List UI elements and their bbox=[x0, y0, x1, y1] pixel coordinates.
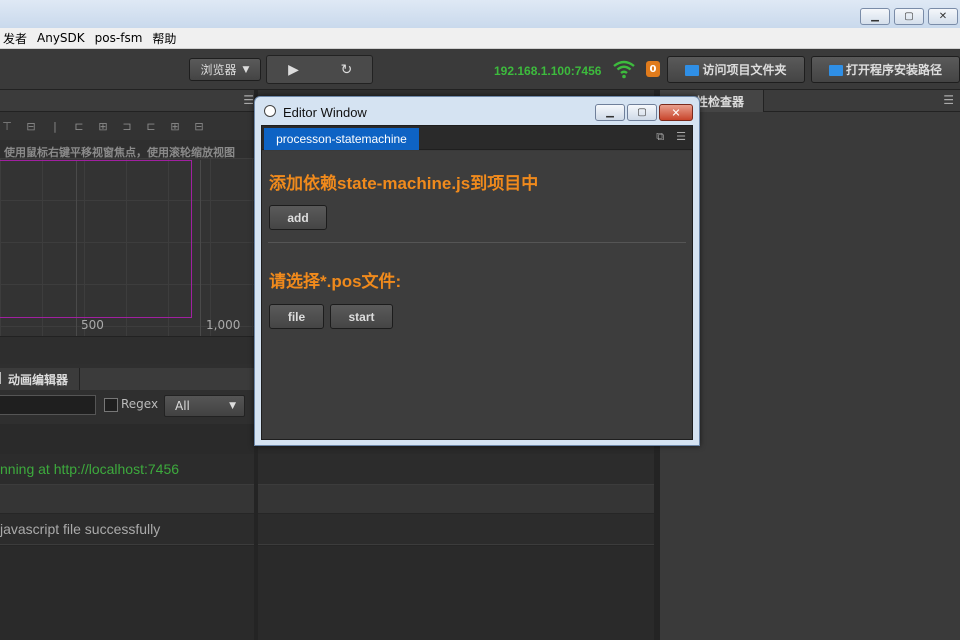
editor-window: Editor Window ▁ ▢ ✕ processon-statemachi… bbox=[254, 96, 700, 446]
start-button-label: start bbox=[348, 309, 375, 324]
scene-footer bbox=[0, 336, 254, 364]
os-titlebar: ▁ ▢ ✕ bbox=[0, 0, 960, 28]
panel-menu-icon[interactable]: ☰ bbox=[943, 93, 954, 107]
restore-icon: ▢ bbox=[904, 10, 914, 22]
open-project-folder-label: 访问项目文件夹 bbox=[702, 63, 787, 77]
editor-close-button[interactable]: ✕ bbox=[659, 104, 693, 121]
os-minimize-button[interactable]: ▁ bbox=[860, 8, 890, 25]
minimize-icon: ▁ bbox=[606, 106, 614, 118]
distribute-right-icon[interactable]: ⊟ bbox=[192, 120, 206, 133]
popout-icon[interactable]: ⧉ bbox=[656, 130, 664, 144]
panel-menu-icon[interactable]: ☰ bbox=[243, 93, 254, 107]
menubar: 发者 AnySDK pos-fsm 帮助 bbox=[0, 28, 960, 49]
distribute-center-icon[interactable]: ⊞ bbox=[168, 120, 182, 133]
folder-icon bbox=[685, 65, 700, 76]
file-button[interactable]: file bbox=[269, 304, 324, 329]
os-window-controls: ▁ ▢ ✕ bbox=[860, 8, 958, 25]
menu-item-help[interactable]: 帮助 bbox=[145, 30, 183, 47]
browser-select[interactable]: 浏览器 ▼ bbox=[189, 58, 261, 81]
distribute-left-icon[interactable]: ⊏ bbox=[144, 120, 158, 133]
preview-ip-address: 192.168.1.100:7456 bbox=[494, 64, 602, 78]
align-right-icon[interactable]: ⊐ bbox=[120, 120, 134, 133]
editor-window-titlebar[interactable]: Editor Window ▁ ▢ ✕ bbox=[255, 97, 699, 125]
section-divider bbox=[268, 242, 686, 243]
add-button[interactable]: add bbox=[269, 205, 327, 230]
scene-panel-header: ☰ bbox=[0, 90, 258, 112]
folder-icon bbox=[828, 65, 843, 76]
align-top-icon[interactable]: ⊤ bbox=[0, 120, 14, 133]
tab-inspector-label: 性检查器 bbox=[696, 94, 745, 109]
log-row[interactable]: javascript file successfully bbox=[0, 514, 654, 544]
align-vcenter-icon[interactable]: ⊟ bbox=[24, 120, 38, 133]
open-project-folder-button[interactable]: 访问项目文件夹 bbox=[667, 56, 805, 83]
menu-item-developer[interactable]: 发者 bbox=[0, 30, 34, 47]
regex-label: Regex bbox=[121, 397, 159, 411]
regex-checkbox[interactable] bbox=[104, 398, 118, 412]
editor-minimize-button[interactable]: ▁ bbox=[595, 104, 625, 121]
add-button-label: add bbox=[287, 210, 309, 225]
console-log-list: nning at http://localhost:7456 javascrip… bbox=[0, 424, 656, 640]
minimize-icon: ▁ bbox=[871, 10, 879, 22]
log-level-select[interactable]: All ▼ bbox=[164, 395, 245, 417]
align-hcenter-icon[interactable]: ⊞ bbox=[96, 120, 110, 133]
inspector-body bbox=[660, 112, 960, 640]
preview-controls: ▶ ↻ bbox=[266, 55, 373, 84]
console-tabbar: 动画编辑器 bbox=[0, 368, 254, 390]
scene-grid-line bbox=[200, 160, 201, 336]
log-level-value: All bbox=[175, 399, 190, 413]
editor-window-title: Editor Window bbox=[283, 105, 367, 120]
os-restore-button[interactable]: ▢ bbox=[894, 8, 924, 25]
restore-icon: ▢ bbox=[637, 106, 647, 118]
editor-window-tabbar: processon-statemachine ⧉ ☰ bbox=[262, 126, 692, 150]
scene-design-frame bbox=[0, 160, 192, 318]
panel-menu-icon[interactable]: ☰ bbox=[676, 130, 686, 144]
editor-window-body: processon-statemachine ⧉ ☰ 添加依赖state-mac… bbox=[261, 125, 693, 440]
log-row[interactable] bbox=[0, 484, 654, 514]
chevron-down-icon: ▼ bbox=[229, 401, 236, 411]
tab-divider bbox=[0, 372, 3, 384]
main-toolbar: 浏览器 ▼ ▶ ↻ 192.168.1.100:7456 0 访问项目文件夹 打… bbox=[0, 49, 960, 90]
play-button[interactable]: ▶ bbox=[267, 56, 320, 83]
start-button[interactable]: start bbox=[330, 304, 393, 329]
inspector-header: 性检查器 ☰ bbox=[660, 90, 960, 112]
log-row-divider bbox=[0, 544, 654, 546]
scene-tick-label: 1,000 bbox=[206, 318, 241, 332]
notification-badge[interactable]: 0 bbox=[646, 61, 660, 77]
file-button-label: file bbox=[287, 309, 306, 324]
os-close-button[interactable]: ✕ bbox=[928, 8, 958, 25]
browser-select-label: 浏览器 bbox=[200, 63, 237, 77]
align-bottom-icon[interactable]: | bbox=[48, 120, 62, 133]
open-install-path-label: 打开程序安装路径 bbox=[845, 63, 942, 77]
editor-restore-button[interactable]: ▢ bbox=[627, 104, 657, 121]
refresh-icon: ↻ bbox=[340, 61, 353, 78]
tab-processon-statemachine-label: processon-statemachine bbox=[276, 132, 407, 146]
close-icon: ✕ bbox=[671, 106, 681, 119]
cocos-logo-icon bbox=[264, 105, 276, 117]
tab-animation-editor[interactable]: 动画编辑器 bbox=[0, 368, 80, 390]
select-file-heading: 请选择*.pos文件: bbox=[269, 272, 402, 291]
menu-item-pos-fsm[interactable]: pos-fsm bbox=[88, 31, 150, 45]
console-filter-bar: Regex All ▼ bbox=[0, 394, 254, 420]
log-text: javascript file successfully bbox=[0, 521, 161, 537]
menu-item-anysdk[interactable]: AnySDK bbox=[30, 31, 92, 45]
refresh-button[interactable]: ↻ bbox=[320, 56, 373, 83]
log-row[interactable]: nning at http://localhost:7456 bbox=[0, 454, 654, 484]
console-filter-input[interactable] bbox=[0, 395, 96, 415]
dependency-heading: 添加依赖state-machine.js到项目中 bbox=[269, 174, 539, 193]
log-text: nning at http://localhost:7456 bbox=[0, 461, 180, 477]
tab-actions: ⧉ ☰ bbox=[656, 130, 686, 144]
close-icon: ✕ bbox=[938, 10, 948, 22]
play-icon: ▶ bbox=[288, 61, 299, 78]
tab-animation-editor-label: 动画编辑器 bbox=[8, 372, 69, 387]
scene-align-toolbar: ⊤ ⊟ | ⊏ ⊞ ⊐ ⊏ ⊞ ⊟ bbox=[0, 112, 258, 140]
plugin-panel: 添加依赖state-machine.js到项目中 add 请选择*.pos文件:… bbox=[262, 151, 692, 439]
tab-processon-statemachine[interactable]: processon-statemachine bbox=[264, 128, 419, 150]
scene-tick-label: 500 bbox=[81, 318, 104, 332]
open-install-path-button[interactable]: 打开程序安装路径 bbox=[811, 56, 960, 83]
wifi-icon bbox=[613, 60, 635, 79]
chevron-down-icon: ▼ bbox=[242, 64, 250, 75]
align-left-icon[interactable]: ⊏ bbox=[72, 120, 86, 133]
editor-window-controls: ▁ ▢ ✕ bbox=[595, 104, 693, 121]
